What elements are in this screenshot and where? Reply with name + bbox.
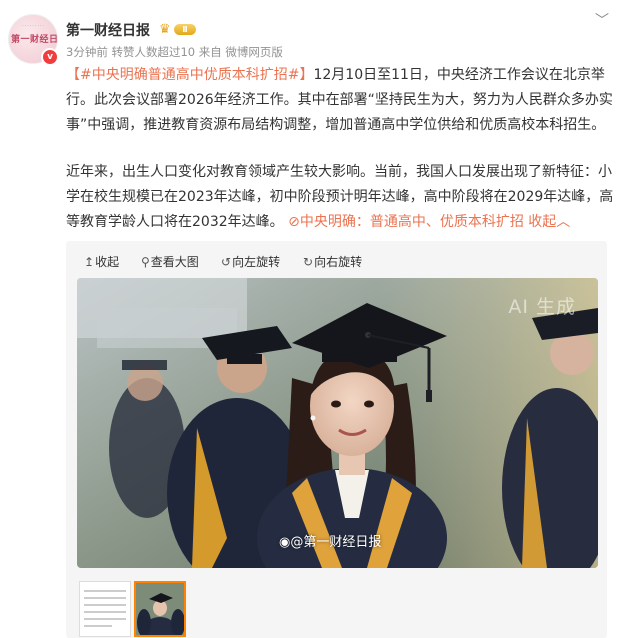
- thumb-line: [84, 604, 126, 606]
- verified-icon: v: [41, 48, 59, 66]
- thumb-line: [84, 618, 126, 620]
- vip-level: Ⅱ: [174, 24, 196, 35]
- view-large-label: 查看大图: [150, 255, 199, 269]
- search-icon: ⚲: [141, 255, 150, 269]
- thumb-line: [84, 590, 126, 592]
- weibo-logo-icon: ◉: [279, 535, 291, 550]
- view-large-button[interactable]: ⚲查看大图: [141, 253, 199, 270]
- collapse-button[interactable]: ↥收起: [84, 253, 119, 270]
- chevron-up-icon: ︿: [556, 214, 571, 230]
- link-icon: ⊘: [288, 214, 300, 230]
- watermark: ◉@第一财经日报: [279, 531, 381, 550]
- topic-tag[interactable]: 【#中央明确普通高中优质本科扩招#】: [66, 67, 313, 83]
- thumbnail-text-image[interactable]: [79, 581, 131, 637]
- crown-icon: ♛: [159, 22, 171, 37]
- rotate-right-icon: ↻: [303, 255, 314, 269]
- rotate-left-button[interactable]: ↺向左旋转: [221, 253, 280, 270]
- rotate-right-button[interactable]: ↻向右旋转: [303, 253, 362, 270]
- fold-button[interactable]: 收起︿: [528, 214, 570, 230]
- article-link-label: 中央明确：普通高中、优质本科扩招: [299, 214, 524, 230]
- post-image[interactable]: AI 生成 ◉@第一财经日报: [77, 278, 598, 568]
- chevron-down-icon[interactable]: ﹀: [595, 10, 609, 30]
- post-paragraph-1: 【#中央明确普通高中优质本科扩招#】12月10日至11日，中央经济工作会议在北京…: [66, 63, 614, 138]
- fold-label: 收起: [528, 214, 557, 230]
- thumb-line: [84, 597, 126, 599]
- thumbnail-graphic: [136, 583, 184, 635]
- article-link[interactable]: ⊘中央明确：普通高中、优质本科扩招: [288, 214, 524, 230]
- account-name[interactable]: 第一财经日报: [66, 20, 150, 40]
- rotate-right-label: 向右旋转: [314, 255, 363, 269]
- thumb-line: [84, 625, 112, 627]
- vip-badge[interactable]: ♛ Ⅱ: [159, 22, 197, 37]
- avatar-text: 第一财经日报: [11, 35, 58, 45]
- thumbnail-graduation-image[interactable]: [134, 581, 186, 637]
- post-meta: 3分钟前 转赞人数超过10 来自 微博网页版: [66, 45, 283, 59]
- media-panel: ↥收起 ⚲查看大图 ↺向左旋转 ↻向右旋转 AI 生成 ◉@第一财经日报: [66, 241, 607, 638]
- thumb-line: [84, 611, 126, 613]
- rotate-left-label: 向左旋转: [232, 255, 281, 269]
- rotate-left-icon: ↺: [221, 255, 232, 269]
- avatar-decoration: · · · · · · · · ·: [22, 23, 44, 28]
- collapse-label: 收起: [95, 255, 120, 269]
- ai-generated-label: AI 生成: [508, 296, 576, 318]
- collapse-icon: ↥: [84, 255, 95, 269]
- graduation-photo: [77, 278, 598, 568]
- post-paragraph-2: 近年来，出生人口变化对教育领域产生较大影响。当前，我国人口发展出现了新特征：小学…: [66, 160, 614, 235]
- watermark-text: @第一财经日报: [290, 535, 382, 550]
